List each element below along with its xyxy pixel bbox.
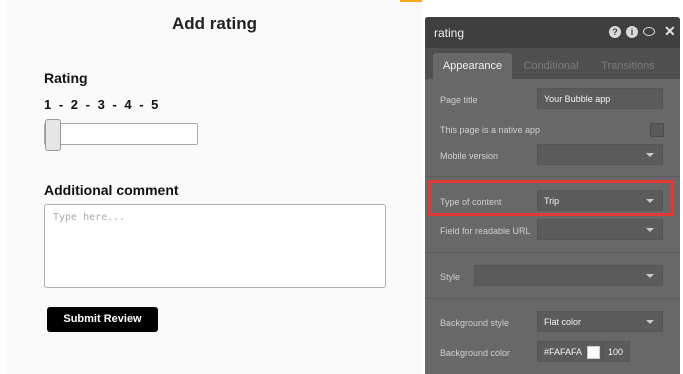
rating-label: Rating — [44, 70, 88, 86]
help-icon[interactable]: ? — [609, 26, 621, 38]
tab-transitions[interactable]: Transitions — [592, 53, 664, 79]
color-swatch[interactable] — [587, 346, 600, 359]
comment-icon[interactable] — [643, 27, 655, 36]
chevron-down-icon — [646, 228, 654, 232]
highlight-annotation — [428, 180, 674, 216]
comment-textarea[interactable]: Type here... — [44, 204, 386, 288]
background-opacity-input[interactable]: 100 — [603, 341, 630, 362]
submit-review-button[interactable]: Submit Review — [47, 307, 158, 332]
tab-strip: Appearance Conditional Transitions — [425, 48, 680, 79]
close-icon[interactable]: ✕ — [664, 23, 676, 40]
info-icon[interactable]: i — [626, 26, 638, 38]
native-app-checkbox[interactable] — [650, 123, 664, 137]
tab-conditional[interactable]: Conditional — [515, 53, 587, 79]
chevron-down-icon — [646, 153, 654, 157]
background-color-label: Background color — [440, 348, 511, 358]
background-style-dropdown[interactable]: Flat color — [537, 311, 663, 332]
page-title-input[interactable]: Your Bubble app — [537, 88, 663, 109]
top-accent-bar — [400, 0, 422, 2]
readable-url-dropdown[interactable] — [537, 219, 663, 240]
style-dropdown[interactable] — [474, 265, 663, 286]
comment-label: Additional comment — [44, 182, 179, 198]
chevron-down-icon — [646, 320, 654, 324]
section-divider — [425, 298, 680, 299]
section-divider — [425, 176, 680, 177]
background-style-value: Flat color — [544, 317, 582, 327]
rating-scale-text: 1 - 2 - 3 - 4 - 5 — [44, 97, 159, 112]
panel-header[interactable]: rating ? i ✕ — [425, 17, 680, 48]
style-label: Style — [440, 272, 461, 282]
rating-slider-handle[interactable] — [45, 119, 61, 151]
section-divider — [425, 252, 680, 253]
page-title: Add rating — [172, 14, 257, 33]
mobile-version-label: Mobile version — [440, 151, 499, 161]
background-style-label: Background style — [440, 318, 510, 328]
property-editor-panel: rating ? i ✕ Appearance Conditional Tran… — [425, 17, 680, 374]
panel-title: rating — [434, 26, 465, 40]
readable-url-label: Field for readable URL — [440, 226, 531, 236]
rating-slider-track[interactable] — [44, 123, 198, 145]
page-title-label: Page title — [440, 95, 478, 105]
native-app-label: This page is a native app — [440, 125, 541, 135]
mobile-version-dropdown[interactable] — [537, 144, 663, 165]
tab-appearance[interactable]: Appearance — [433, 53, 512, 79]
chevron-down-icon — [646, 274, 654, 278]
page-canvas: Add rating Rating 1 - 2 - 3 - 4 - 5 Addi… — [6, 0, 423, 374]
